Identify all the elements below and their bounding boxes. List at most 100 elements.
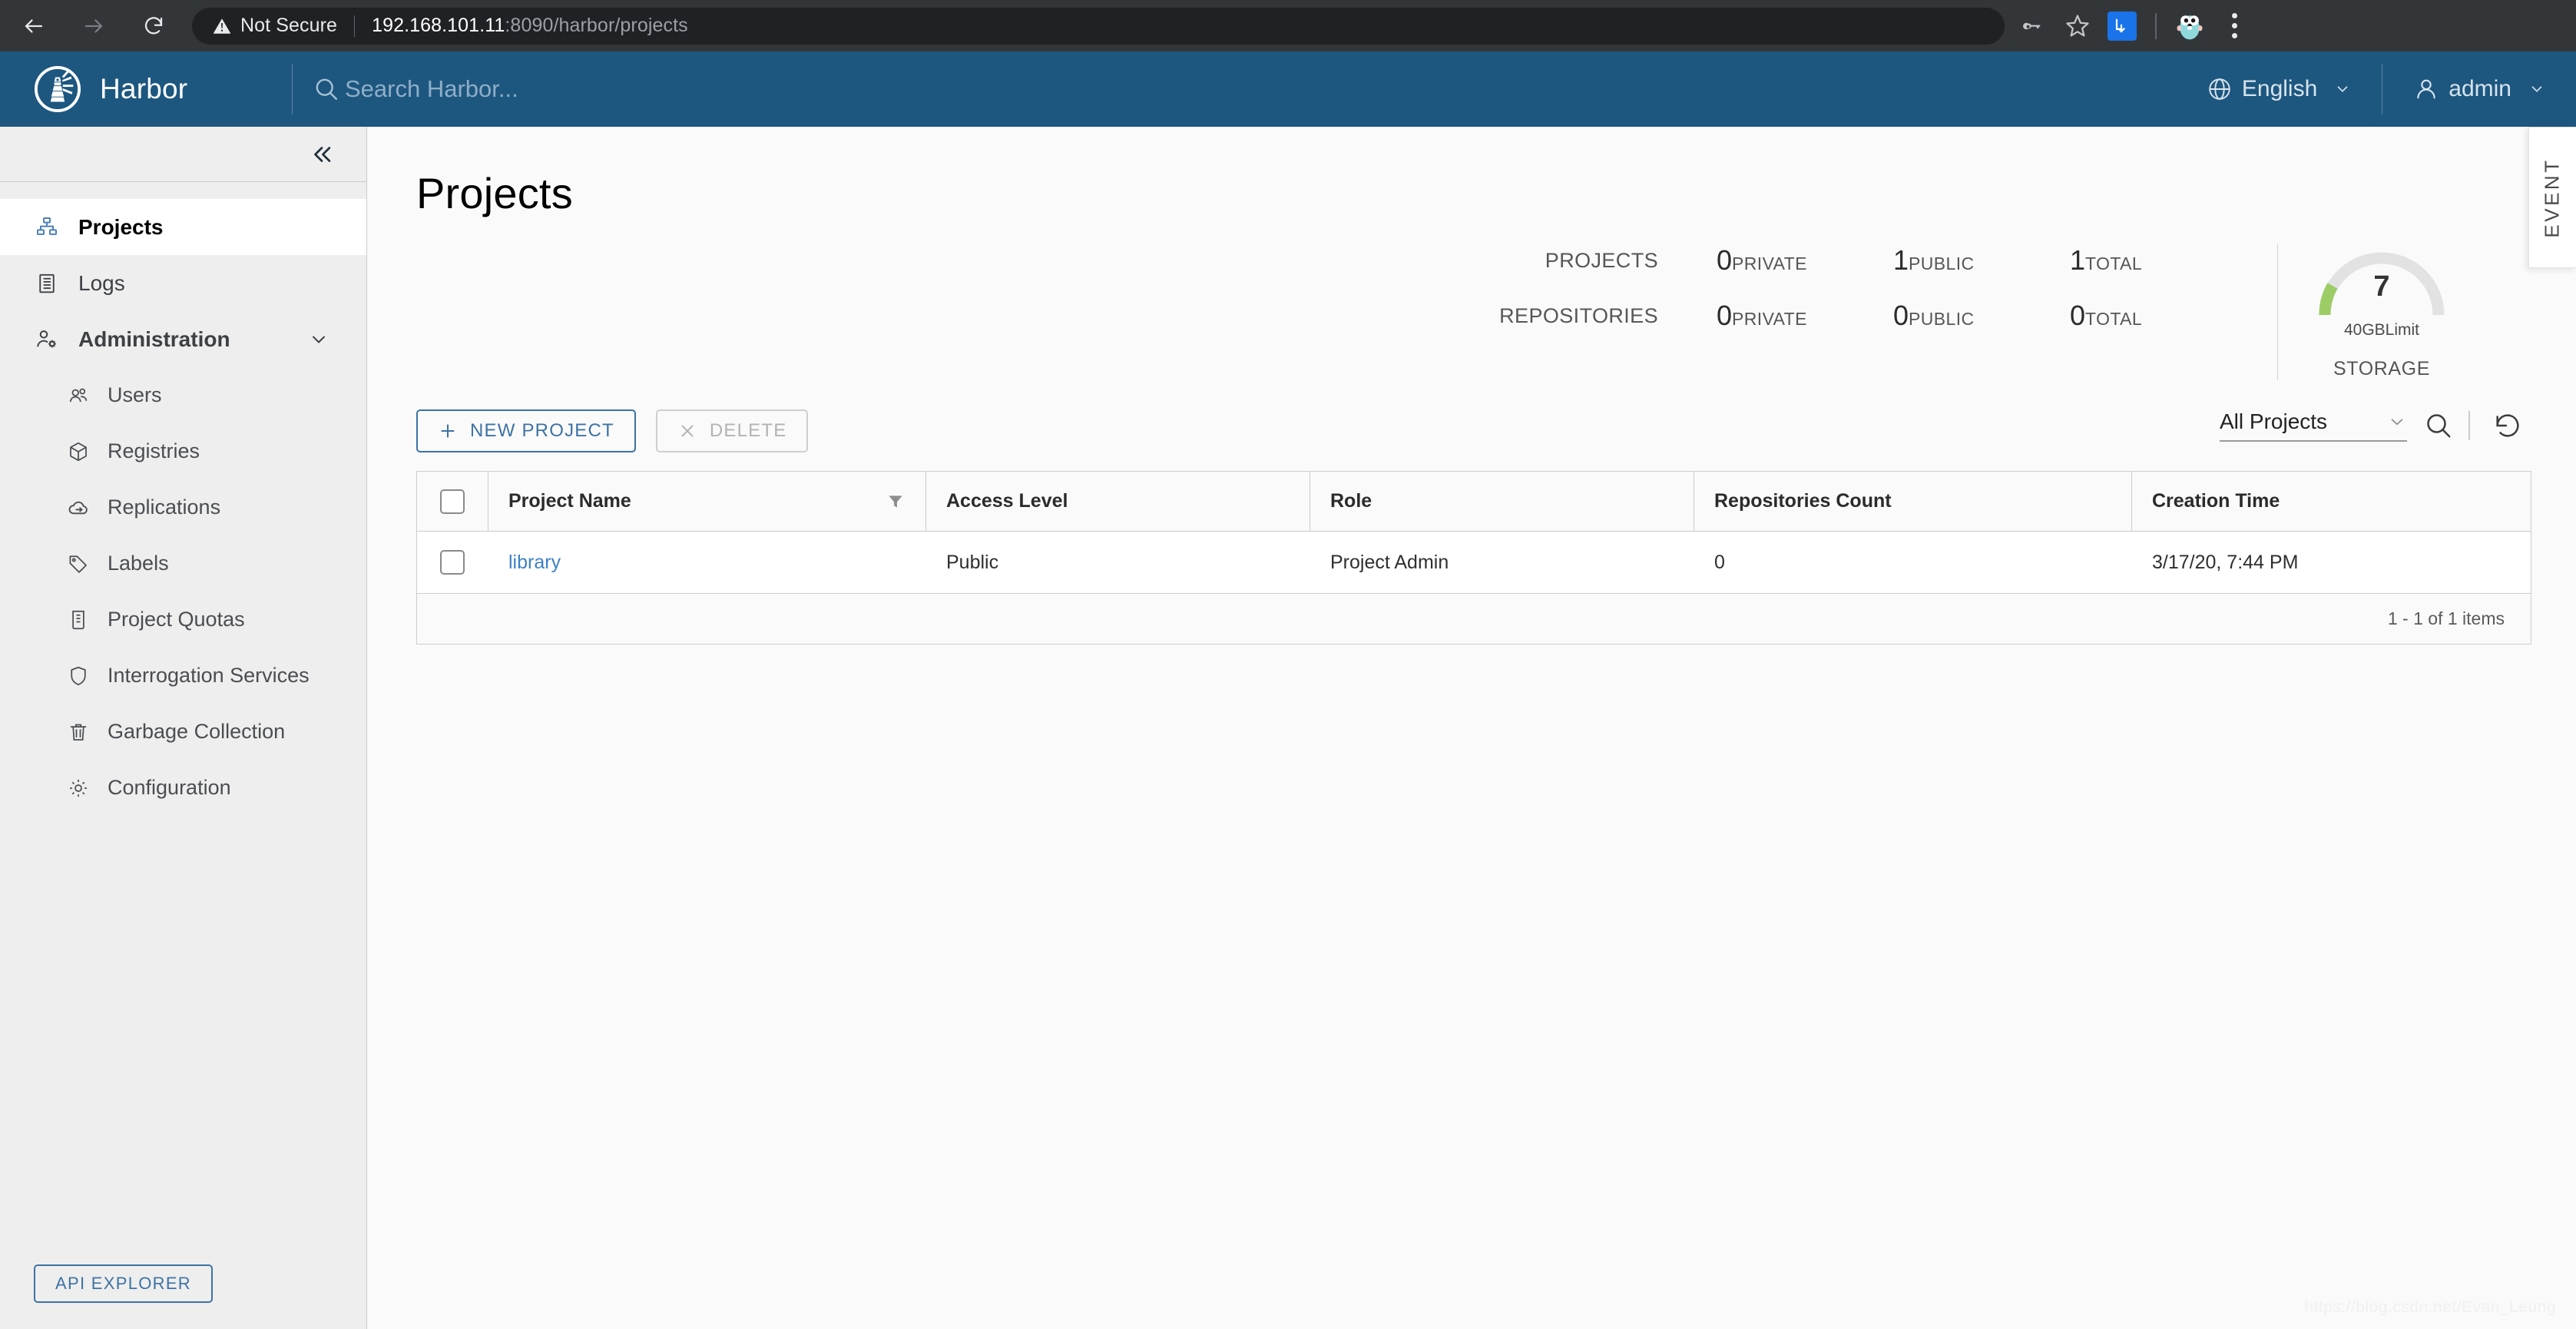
double-chevron-left-icon: [314, 146, 331, 162]
delete-label: DELETE: [709, 420, 787, 441]
kebab-menu-icon: [2231, 13, 2237, 38]
sidebar-item-logs[interactable]: Logs: [0, 255, 366, 311]
stat-repositories-total: 0 TOTAL: [2070, 300, 2247, 332]
forward-button[interactable]: [77, 9, 111, 43]
toolbar-filters: All Projects: [2220, 402, 2531, 452]
pagination-label: 1 - 1 of 1 items: [2387, 608, 2505, 628]
sidebar-item-label: Registries: [108, 439, 200, 462]
stat-projects-public: 1 PUBLIC: [1893, 244, 2070, 277]
toolbar-divider: [2468, 411, 2470, 440]
sidebar-item-projects[interactable]: Projects: [0, 199, 366, 255]
statistics-divider: [2277, 244, 2278, 380]
stat-value: 1: [2070, 244, 2086, 276]
sidebar-item-label: Labels: [108, 552, 169, 575]
omnibox-divider: [354, 15, 356, 37]
statistics-grid: PROJECTS 0 PRIVATE 1 PUBLIC 1 TOTAL REPO…: [1499, 244, 2247, 332]
column-header-project-name[interactable]: Project Name: [488, 472, 925, 531]
brand-title: Harbor: [100, 73, 188, 104]
profile-button[interactable]: [2167, 4, 2212, 48]
sidebar-item-users[interactable]: Users: [0, 367, 366, 423]
sidebar-item-replications[interactable]: Replications: [0, 479, 366, 535]
chevron-down-icon: [2337, 86, 2348, 92]
extension-button[interactable]: [2100, 4, 2144, 48]
new-project-button[interactable]: NEW PROJECT: [416, 409, 636, 452]
app-body: Projects Logs Administration Users Regis…: [0, 127, 2576, 1329]
password-manager-button[interactable]: [2011, 4, 2055, 48]
logs-icon: [34, 270, 60, 297]
harbor-header: Harbor English admin: [0, 51, 2576, 127]
sidebar-item-label: Replications: [108, 495, 221, 519]
delete-button[interactable]: DELETE: [655, 409, 809, 452]
stat-unit: PRIVATE: [1732, 309, 1807, 329]
stat-value: 0: [1717, 300, 1733, 331]
table-header-row: Project Name Access Level Role Repositor…: [417, 472, 2531, 532]
column-header-repositories-count[interactable]: Repositories Count: [1694, 472, 2131, 531]
refresh-icon: [2496, 414, 2519, 437]
administration-icon: [34, 326, 60, 353]
sidebar-item-configuration[interactable]: Configuration: [0, 760, 366, 816]
key-icon: [2023, 22, 2041, 29]
replications-cloud-icon: [66, 495, 91, 520]
stat-row-label: PROJECTS: [1545, 248, 1658, 272]
chevron-down-icon: [2391, 419, 2403, 426]
stat-projects-private: 0 PRIVATE: [1717, 244, 1893, 277]
event-drawer-tab[interactable]: EVENT: [2528, 127, 2576, 268]
stat-unit: PUBLIC: [1909, 254, 1975, 273]
header-right-actions: English admin: [2176, 51, 2576, 127]
filter-funnel-icon[interactable]: [886, 492, 906, 512]
column-header-access-level[interactable]: Access Level: [925, 472, 1310, 531]
download-arrow-icon: [2115, 18, 2126, 33]
sidebar-item-garbage-collection[interactable]: Garbage Collection: [0, 704, 366, 760]
back-button[interactable]: [17, 9, 51, 43]
column-header-creation-time[interactable]: Creation Time: [2131, 472, 2531, 531]
sidebar-item-label: Garbage Collection: [108, 720, 286, 743]
warning-triangle-icon: [213, 18, 231, 34]
sidebar-collapse-button[interactable]: [305, 138, 339, 171]
column-label: Project Name: [508, 490, 631, 512]
security-indicator[interactable]: Not Secure: [212, 15, 337, 37]
global-search[interactable]: [293, 75, 2176, 103]
security-label: Not Secure: [240, 15, 338, 36]
stat-unit: TOTAL: [2085, 309, 2143, 329]
cell-repositories-count: 0: [1714, 551, 1725, 573]
reload-button[interactable]: [137, 9, 171, 43]
user-menu[interactable]: admin: [2382, 51, 2576, 127]
language-selector[interactable]: English: [2176, 51, 2382, 127]
url-path: :8090/harbor/projects: [505, 15, 688, 36]
sidebar-item-project-quotas[interactable]: Project Quotas: [0, 592, 366, 648]
address-bar[interactable]: Not Secure 192.168.101.11:8090/harbor/pr…: [192, 7, 2005, 45]
sidebar-item-label: Projects: [78, 214, 164, 239]
table-search-button[interactable]: [2415, 402, 2462, 449]
globe-icon: [2209, 78, 2230, 100]
project-name-link[interactable]: library: [508, 552, 561, 574]
column-label: Creation Time: [2152, 490, 2280, 512]
refresh-button[interactable]: [2484, 402, 2531, 449]
url-host: 192.168.101.11: [372, 15, 505, 36]
api-explorer-button[interactable]: API EXPLORER: [34, 1264, 213, 1303]
sidebar-footer: API EXPLORER: [0, 1264, 366, 1329]
sidebar-item-interrogation-services[interactable]: Interrogation Services: [0, 648, 366, 704]
sidebar-item-labels[interactable]: Labels: [0, 535, 366, 592]
browser-actions: [2011, 4, 2256, 48]
shield-icon: [66, 664, 91, 688]
bookmark-button[interactable]: [2055, 4, 2100, 48]
stat-value: 0: [1717, 244, 1733, 276]
project-scope-select[interactable]: All Projects: [2220, 409, 2407, 442]
sidebar-item-administration[interactable]: Administration: [0, 311, 366, 367]
select-all-checkbox[interactable]: [440, 489, 465, 514]
sidebar-item-registries[interactable]: Registries: [0, 423, 366, 479]
column-header-role[interactable]: Role: [1310, 472, 1694, 531]
row-checkbox[interactable]: [440, 550, 465, 575]
stat-unit: PUBLIC: [1909, 309, 1975, 329]
browser-menu-button[interactable]: [2212, 4, 2256, 48]
brand-block[interactable]: Harbor: [0, 51, 292, 127]
browser-actions-divider: [2155, 12, 2157, 39]
storage-caption: STORAGE: [2333, 358, 2430, 379]
trash-icon: [66, 720, 91, 744]
search-input[interactable]: [345, 75, 806, 103]
language-label: English: [2241, 76, 2318, 101]
project-quotas-beaker-icon: [66, 608, 91, 632]
table-row[interactable]: library Public Project Admin 0 3/17/20, …: [417, 532, 2531, 593]
star-icon: [2066, 14, 2089, 37]
storage-value: 7: [2373, 270, 2390, 303]
